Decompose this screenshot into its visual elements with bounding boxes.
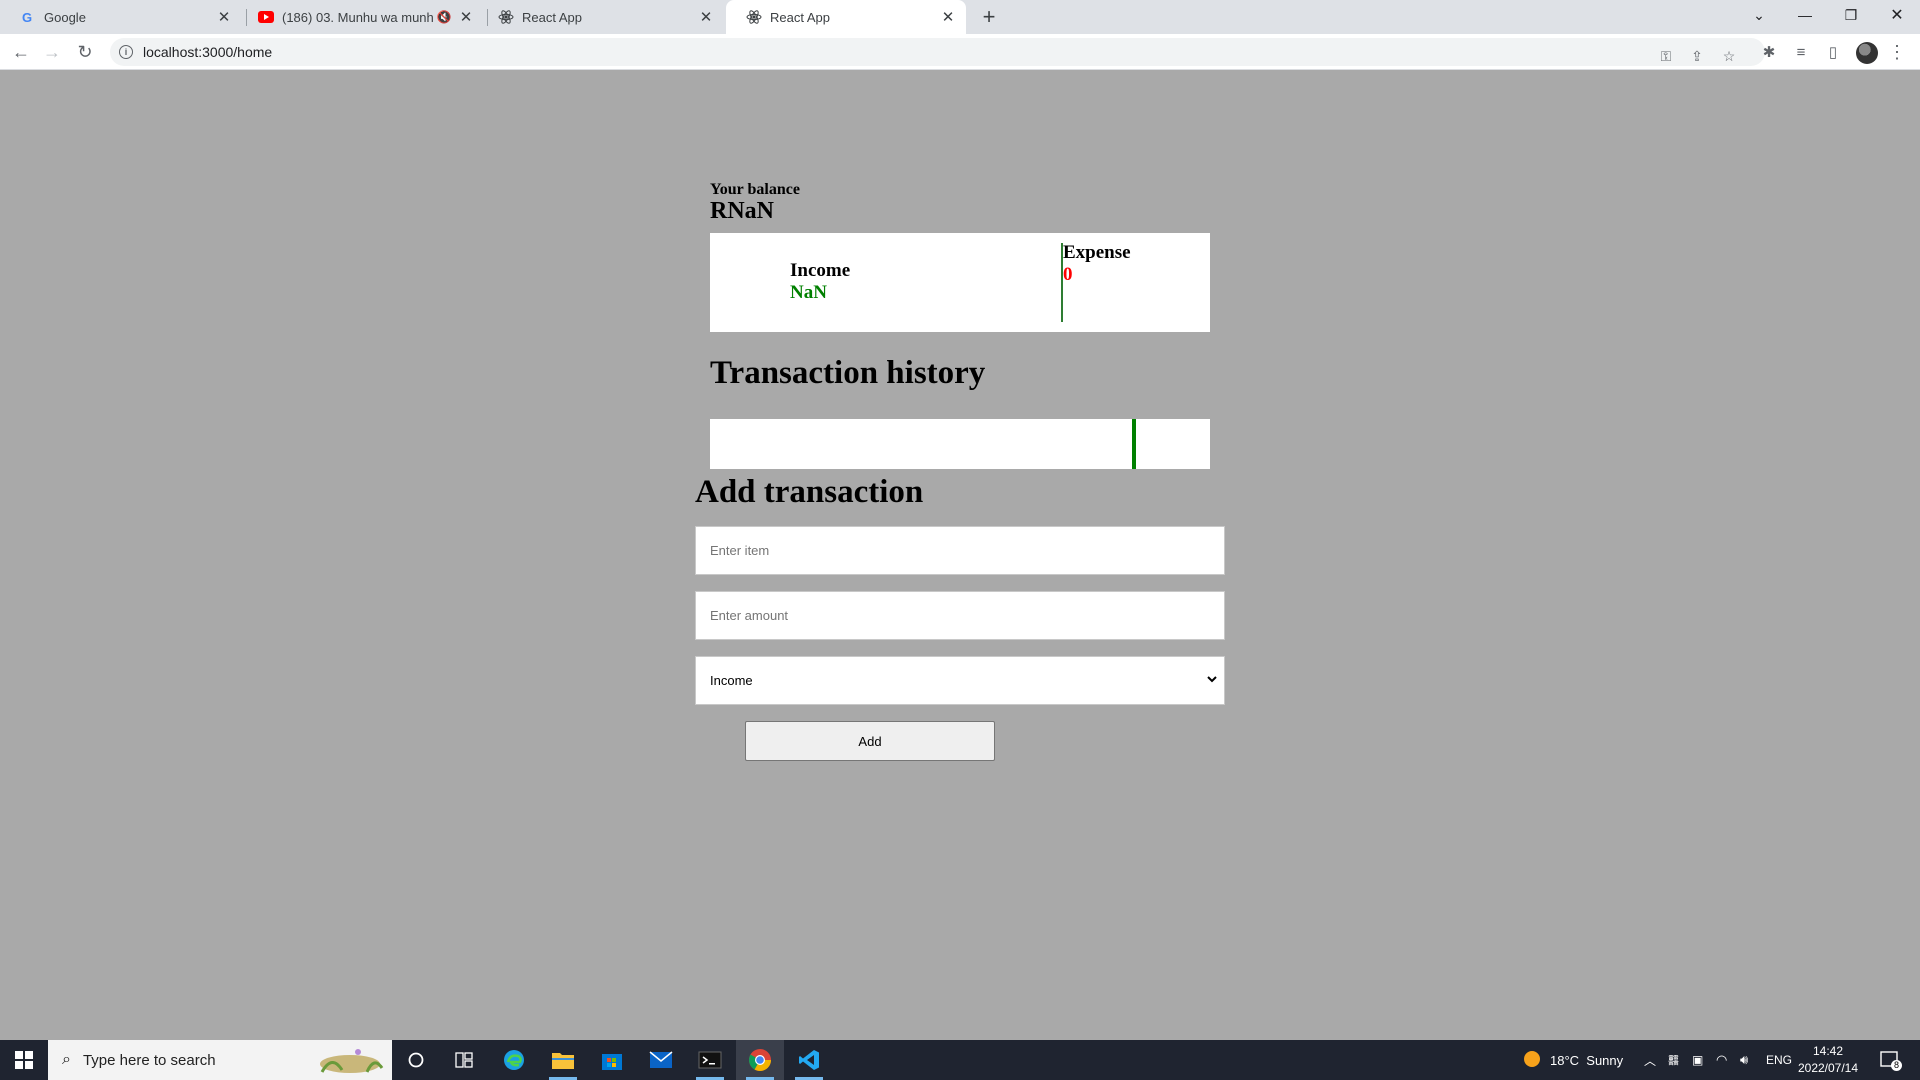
taskbar-search-placeholder: Type here to search (82, 1051, 216, 1069)
key-icon[interactable]: ⚿ (1657, 47, 1675, 65)
clock-time: 14:42 (1812, 1044, 1844, 1058)
add-transaction-heading: Add transaction (695, 474, 924, 510)
income-value: NaN (790, 282, 827, 303)
balance-value: RNaN (710, 198, 774, 224)
tab-strip: G Google ✕ (186) 03. Munhu wa munhu - 🔇 … (0, 0, 1920, 34)
close-icon[interactable]: ✕ (696, 7, 716, 27)
weather-widget[interactable]: 18°C Sunny (1523, 1040, 1623, 1080)
income-label: Income (790, 260, 851, 281)
income-expense-card: Income NaN Expense 0 (710, 233, 1210, 332)
minimize-button[interactable]: — (1782, 0, 1828, 30)
sun-icon (1523, 1050, 1541, 1071)
weather-text: 18°C Sunny (1550, 1052, 1624, 1068)
url-text: localhost:3000/home (143, 44, 273, 60)
transaction-type-selected: Income (710, 673, 753, 688)
new-tab-button[interactable]: + (976, 4, 1002, 30)
tab-title: (186) 03. Munhu wa munhu - (282, 9, 434, 25)
tab-react-app[interactable]: React App ✕ (478, 0, 724, 34)
site-info-icon[interactable]: i (119, 45, 133, 59)
share-icon[interactable]: ⇪ (1688, 47, 1706, 65)
clock-date: 2022/07/14 (1797, 1061, 1859, 1075)
tab-youtube[interactable]: (186) 03. Munhu wa munhu - 🔇 ✕ (238, 0, 484, 34)
close-icon[interactable]: ✕ (456, 7, 476, 27)
taskbar-search-box[interactable]: ⌕ Type here to search (48, 1040, 392, 1080)
google-icon: G (20, 9, 36, 25)
amount-input-placeholder: Enter amount (710, 608, 789, 623)
file-explorer-icon[interactable] (539, 1040, 587, 1080)
volume-icon[interactable]: 🔊︎ (1740, 1040, 1748, 1080)
terminal-icon[interactable] (686, 1040, 734, 1080)
search-icon: ⌕ (62, 1051, 71, 1068)
side-panel-icon[interactable]: ▯ (1820, 39, 1846, 65)
item-input[interactable]: Enter item (695, 526, 1225, 575)
windows-start-icon[interactable] (0, 1040, 48, 1080)
mail-icon[interactable] (637, 1040, 685, 1080)
chrome-icon[interactable] (736, 1040, 784, 1080)
bookmark-star-icon[interactable]: ☆ (1720, 47, 1738, 65)
vscode-icon[interactable] (785, 1040, 833, 1080)
menu-kebab-icon[interactable]: ⋮ (1884, 39, 1910, 65)
tab-title: React App (770, 9, 830, 25)
browser-toolbar: ← → ↻ i localhost:3000/home ⚿ ⇪ ☆ ✱ ≡ ▯ … (0, 34, 1920, 70)
back-arrow-icon[interactable]: ← (7, 38, 35, 66)
close-icon[interactable]: ✕ (214, 7, 234, 27)
microsoft-store-icon[interactable] (588, 1040, 636, 1080)
extensions-puzzle-icon[interactable]: ✱ (1756, 39, 1782, 65)
notification-count-badge: 8 (1891, 1060, 1903, 1071)
language-bar-icon[interactable]: 䨻 (1668, 1040, 1679, 1080)
youtube-icon (258, 9, 274, 25)
windows-taskbar: ⌕ Type here to search 18°C Sunny ︿ 䨻 ▣ ◠ (0, 1040, 1920, 1080)
task-view-icon[interactable] (440, 1040, 488, 1080)
notifications-icon[interactable]: 8 (1880, 1040, 1903, 1080)
transaction-history-heading: Transaction history (710, 355, 986, 391)
wifi-icon[interactable]: ◠ (1716, 1040, 1727, 1080)
show-hidden-icons-chevron-icon[interactable]: ︿ (1644, 1040, 1656, 1080)
clock[interactable]: 14:42 2022/07/14 (1788, 1043, 1868, 1077)
profile-avatar[interactable] (1856, 42, 1878, 64)
tab-react-app-active[interactable]: React App ✕ (726, 0, 966, 34)
muted-speaker-icon[interactable]: 🔇 (434, 7, 454, 27)
close-window-button[interactable]: ✕ (1874, 0, 1920, 30)
forward-arrow-icon[interactable]: → (38, 38, 66, 66)
amount-input[interactable]: Enter amount (695, 591, 1225, 640)
add-button[interactable]: Add (745, 721, 995, 761)
address-bar[interactable]: i localhost:3000/home ⚿ ⇪ ☆ (110, 38, 1765, 66)
close-icon[interactable]: ✕ (938, 7, 958, 27)
media-queue-icon[interactable]: ≡ (1788, 39, 1814, 65)
edge-icon[interactable] (490, 1040, 538, 1080)
transaction-type-select[interactable]: Income (695, 656, 1225, 705)
svg-text:G: G (22, 10, 32, 24)
meet-now-icon[interactable]: ▣ (1692, 1040, 1703, 1080)
react-icon (498, 9, 514, 25)
chevron-down-icon (1206, 673, 1218, 688)
tab-title: React App (522, 9, 582, 25)
expense-label: Expense (1063, 242, 1131, 263)
cortana-icon[interactable] (392, 1040, 440, 1080)
search-highlight-illustration (312, 1044, 386, 1076)
expense-value: 0 (1063, 264, 1073, 285)
react-icon (746, 9, 762, 25)
restore-button[interactable]: ❐ (1828, 0, 1874, 30)
tab-title: Google (44, 9, 86, 25)
tab-search-chevron-icon[interactable]: ⌄ (1736, 0, 1782, 30)
reload-icon[interactable]: ↻ (71, 38, 99, 66)
item-input-placeholder: Enter item (710, 543, 770, 558)
transaction-history-list (710, 419, 1210, 469)
balance-label: Your balance (710, 181, 800, 198)
transaction-type-marker (1132, 419, 1136, 469)
tab-google[interactable]: G Google ✕ (0, 0, 242, 34)
